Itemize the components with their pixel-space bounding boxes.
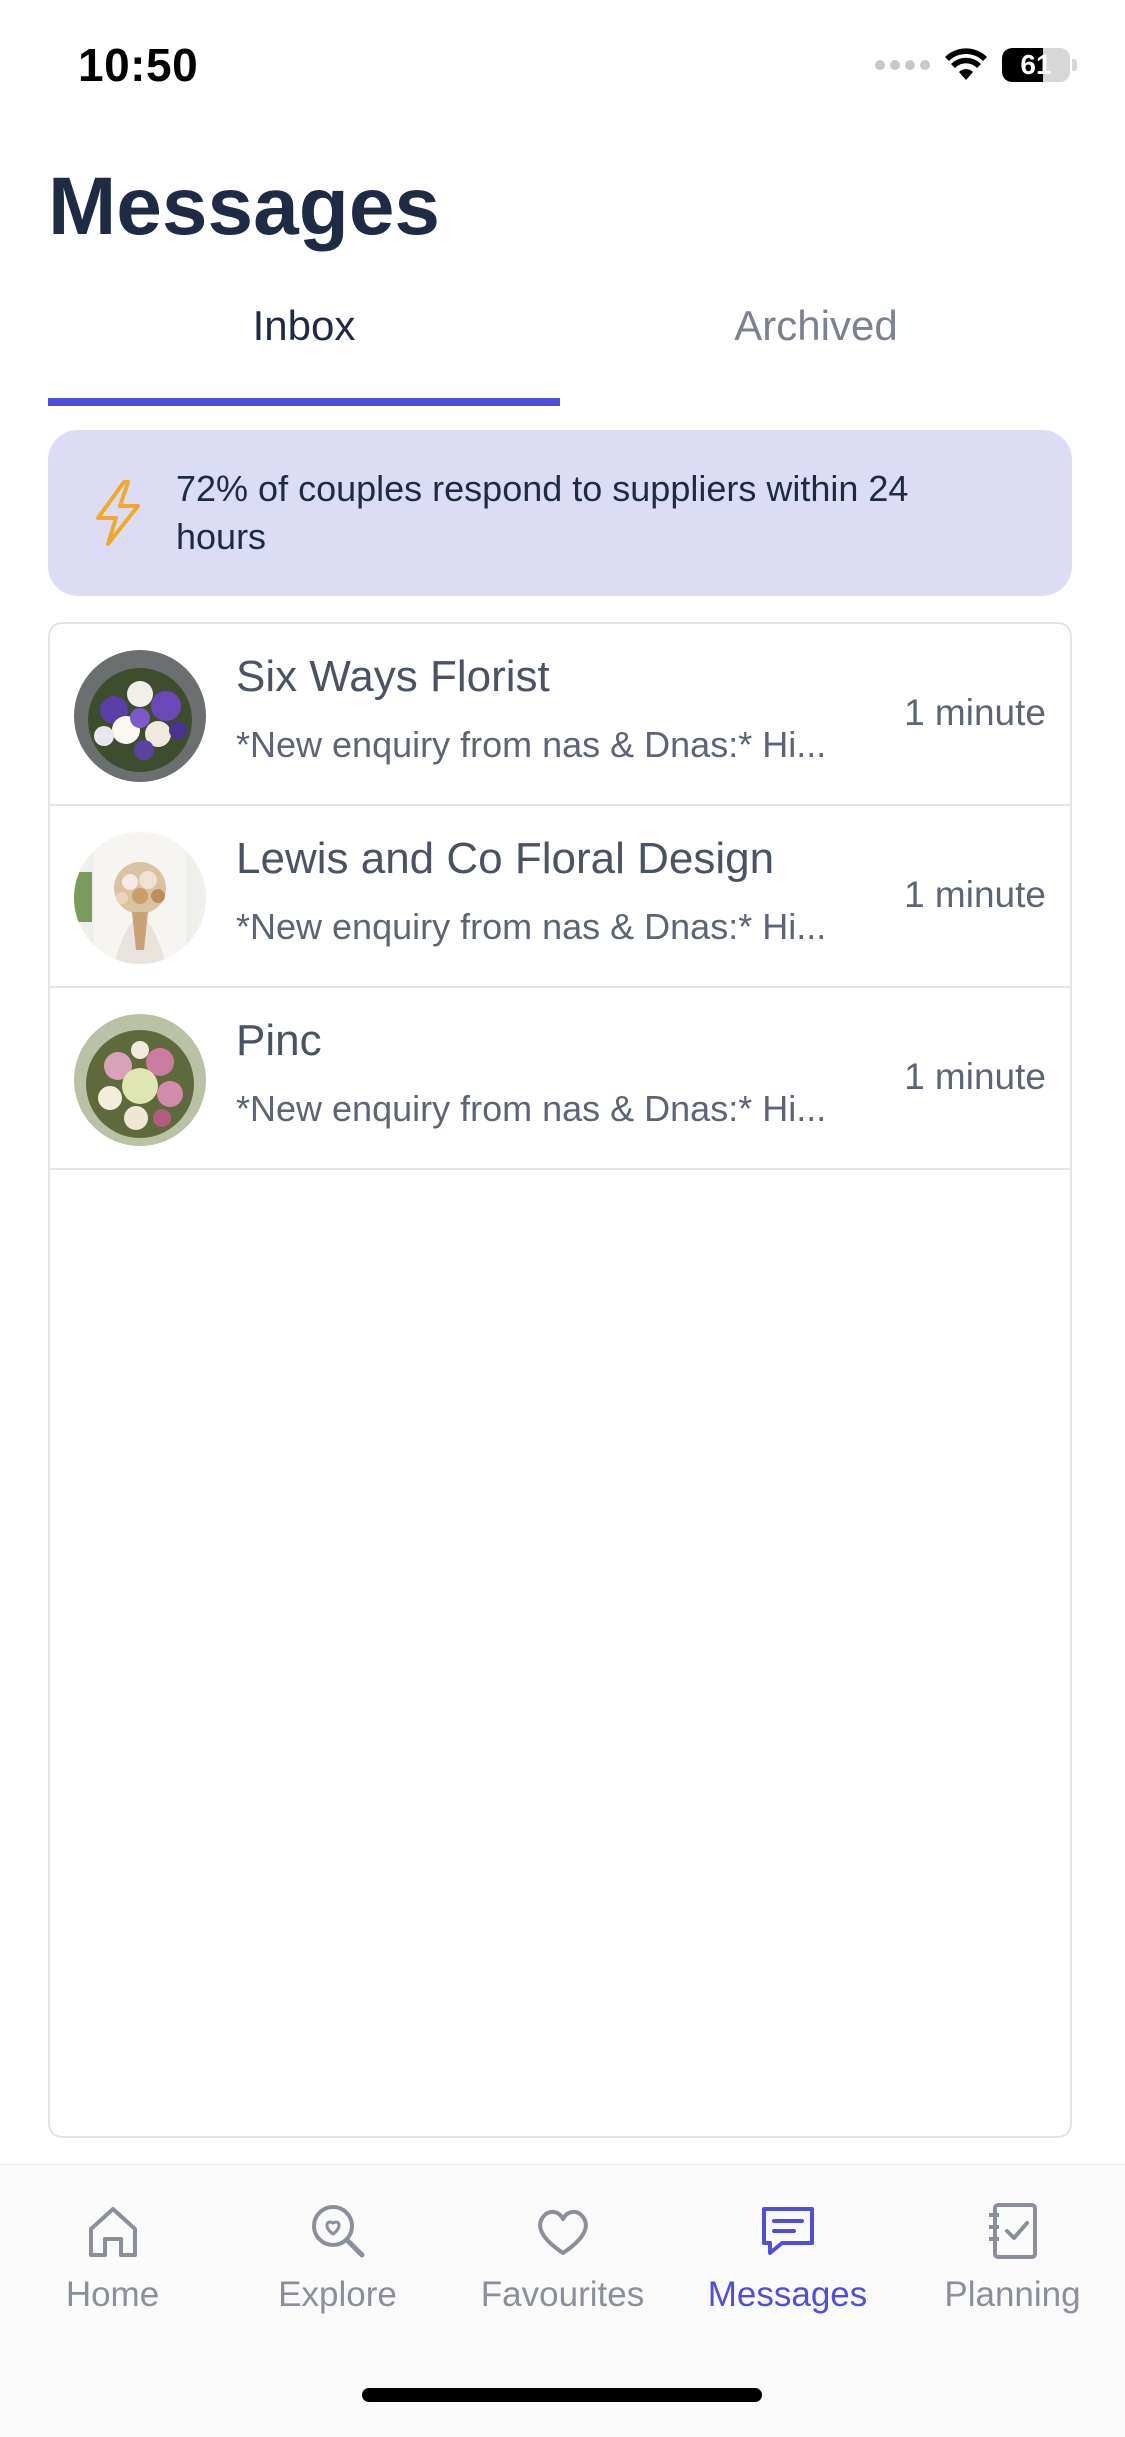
chat-icon	[761, 2207, 814, 2255]
response-rate-banner: 72% of couples respond to suppliers with…	[48, 430, 1072, 596]
banner-text: 72% of couples respond to suppliers with…	[176, 468, 909, 557]
battery-icon: 61	[1002, 48, 1070, 82]
nav-home-label: Home	[65, 2275, 160, 2314]
nav-home[interactable]: Home	[0, 2185, 225, 2335]
tab-bar: Inbox Archived	[48, 290, 1072, 406]
tab-archived[interactable]: Archived	[560, 290, 1072, 406]
conversation-row[interactable]: Six Ways Florist *New enquiry from nas &…	[50, 624, 1070, 806]
avatar	[74, 650, 206, 782]
nav-messages-label: Messages	[707, 2275, 868, 2314]
avatar	[74, 1014, 206, 1146]
status-icons: 61	[875, 48, 1077, 82]
nav-explore[interactable]: Explore	[225, 2185, 450, 2335]
conversation-time: 1 minute	[904, 692, 1046, 733]
nav-favourites-label: Favourites	[480, 2275, 645, 2314]
conversation-list: Six Ways Florist *New enquiry from nas &…	[48, 622, 1072, 2138]
checklist-icon	[988, 2203, 1037, 2259]
wifi-icon	[945, 48, 987, 80]
conversation-preview: *New enquiry from nas & Dnas:* Hi...	[236, 906, 827, 947]
conversation-preview: *New enquiry from nas & Dnas:* Hi...	[236, 724, 827, 765]
tab-inbox[interactable]: Inbox	[48, 290, 560, 406]
nav-explore-label: Explore	[278, 2275, 397, 2314]
conversation-row[interactable]: Lewis and Co Floral Design *New enquiry …	[50, 806, 1070, 988]
heart-icon	[537, 2210, 588, 2255]
cellular-signal-icon	[875, 60, 930, 70]
home-indicator	[362, 2388, 762, 2402]
conversation-time: 1 minute	[904, 1056, 1046, 1097]
conversation-name: Pinc	[236, 1016, 322, 1065]
conversation-time: 1 minute	[904, 874, 1046, 915]
page-title: Messages	[48, 161, 441, 252]
status-bar: 10:50 61	[0, 0, 1125, 135]
conversation-preview: *New enquiry from nas & Dnas:* Hi...	[236, 1088, 827, 1129]
nav-favourites[interactable]: Favourites	[450, 2185, 675, 2335]
lightning-icon	[96, 480, 140, 546]
conversation-name: Lewis and Co Floral Design	[236, 834, 775, 883]
nav-messages[interactable]: Messages	[675, 2185, 900, 2335]
nav-planning[interactable]: Planning	[900, 2185, 1125, 2335]
conversation-name: Six Ways Florist	[236, 652, 550, 701]
conversation-row[interactable]: Pinc *New enquiry from nas & Dnas:* Hi..…	[50, 988, 1070, 1170]
nav-planning-label: Planning	[944, 2275, 1081, 2314]
status-time: 10:50	[78, 39, 199, 91]
explore-icon	[311, 2205, 364, 2258]
home-icon	[88, 2207, 137, 2257]
avatar	[74, 832, 206, 964]
battery-level: 61	[1020, 49, 1052, 80]
